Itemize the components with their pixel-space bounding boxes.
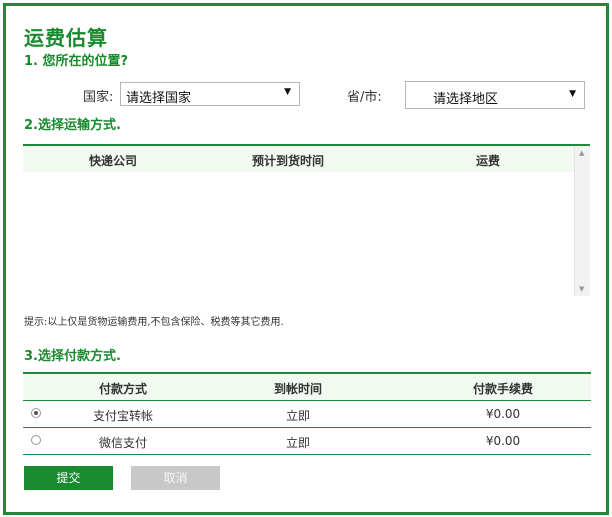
payment-method: 支付宝转帐 <box>92 409 153 423</box>
cancel-button[interactable]: 取消 <box>131 466 220 490</box>
col-shipping-fee: 运费 <box>475 154 500 168</box>
table-row[interactable]: 微信支付 立即 ¥0.00 <box>23 428 591 455</box>
payment-fee: ¥0.00 <box>485 407 521 421</box>
col-eta: 预计到货时间 <box>251 154 324 168</box>
col-arrival-time: 到帐时间 <box>273 382 322 396</box>
shipping-table-header: 快递公司 预计到货时间 运费 <box>23 146 574 172</box>
location-heading: 1. 您所在的位置? <box>24 54 129 69</box>
col-payment-method: 付款方式 <box>98 382 147 396</box>
payment-radio-alipay[interactable] <box>31 408 41 418</box>
payment-fee: ¥0.00 <box>485 434 521 448</box>
payment-radio-wechat[interactable] <box>31 435 41 445</box>
shipping-table: 快递公司 预计到货时间 运费 ▲ ▼ <box>23 144 590 296</box>
col-courier: 快递公司 <box>88 154 137 168</box>
shipping-scrollbar[interactable]: ▲ ▼ <box>574 146 590 296</box>
chevron-down-icon: ▼ <box>284 87 291 97</box>
submit-button[interactable]: 提交 <box>24 466 113 490</box>
page-title: 运费估算 <box>24 26 108 50</box>
shipping-tip: 提示:以上仅是货物运输费用,不包含保险、税费等其它费用. <box>24 317 284 328</box>
col-payment-fee: 付款手续费 <box>472 382 533 396</box>
province-select[interactable]: 请选择地区 ▼ <box>405 81 585 109</box>
country-label: 国家: <box>83 90 114 105</box>
country-select[interactable]: 请选择国家 ▼ <box>120 82 300 106</box>
scroll-down-icon[interactable]: ▼ <box>579 285 584 293</box>
chevron-down-icon: ▼ <box>569 89 576 99</box>
shipping-estimate-panel: 运费估算 1. 您所在的位置? 国家: 请选择国家 ▼ 省/市: 请选择地区 ▼… <box>3 3 609 515</box>
payment-heading: 3.选择付款方式. <box>24 349 121 364</box>
payment-table: 付款方式 到帐时间 付款手续费 支付宝转帐 立即 ¥0.00 微信支付 立即 ¥… <box>23 372 591 455</box>
table-row[interactable]: 支付宝转帐 立即 ¥0.00 <box>23 401 591 428</box>
payment-table-header: 付款方式 到帐时间 付款手续费 <box>23 372 591 401</box>
province-label: 省/市: <box>347 90 382 105</box>
province-select-value: 请选择地区 <box>433 92 499 107</box>
arrival-time: 立即 <box>285 409 310 423</box>
arrival-time: 立即 <box>285 436 310 450</box>
country-select-value: 请选择国家 <box>126 91 192 106</box>
shipping-heading: 2.选择运输方式. <box>24 118 121 133</box>
payment-method: 微信支付 <box>98 436 147 450</box>
scroll-up-icon[interactable]: ▲ <box>579 149 584 157</box>
